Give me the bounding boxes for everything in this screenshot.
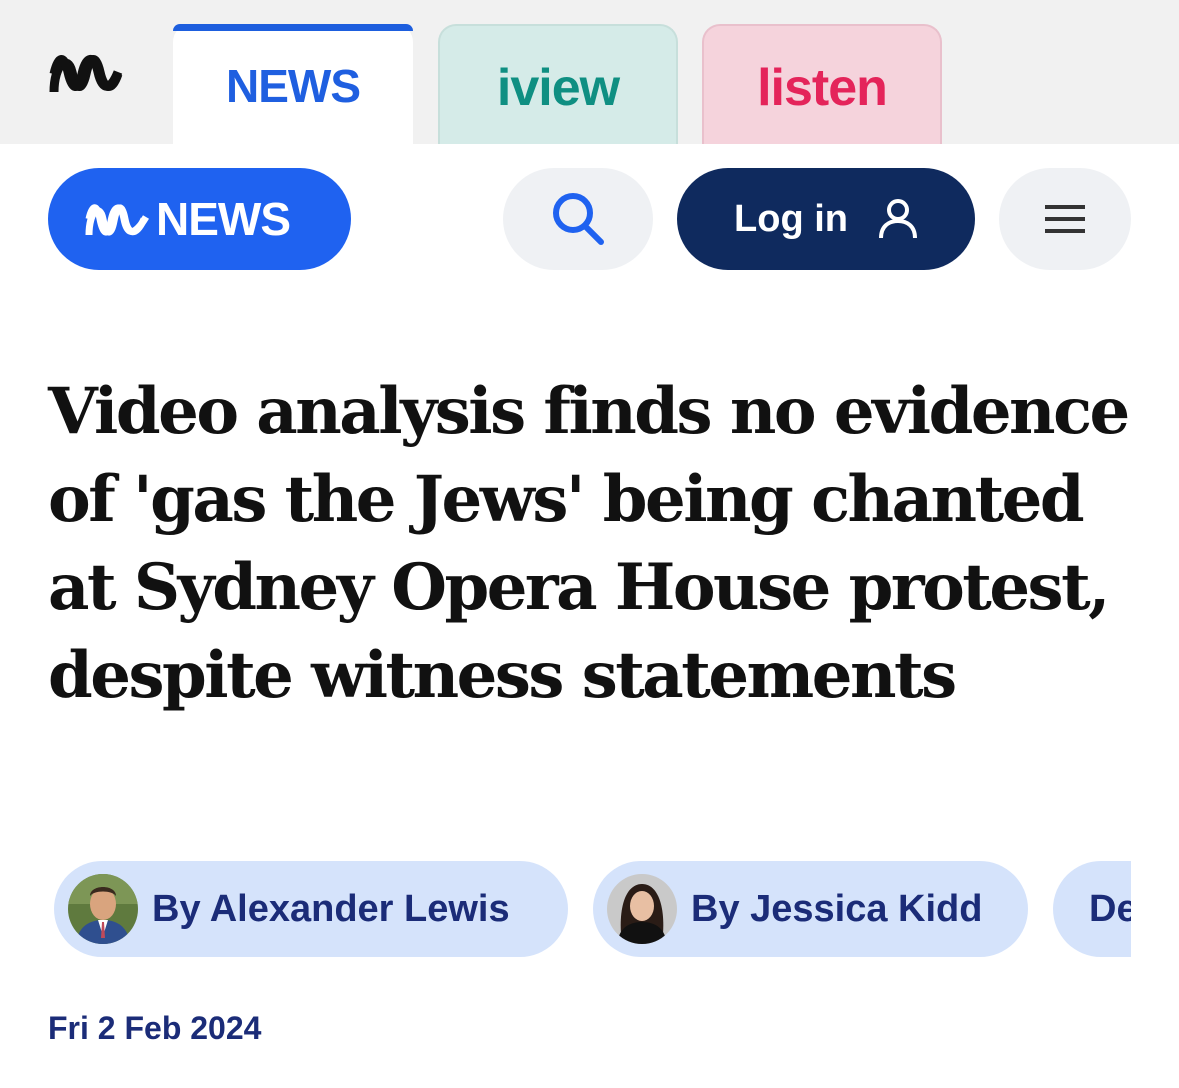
author-chip[interactable]: De bbox=[1053, 861, 1131, 957]
abc-logo-icon bbox=[85, 204, 150, 236]
tab-iview[interactable]: iview bbox=[438, 24, 678, 144]
author-chip[interactable]: By Alexander Lewis bbox=[54, 861, 568, 957]
author-name: By Jessica Kidd bbox=[691, 887, 983, 930]
author-chip[interactable]: By Jessica Kidd bbox=[593, 861, 1028, 957]
user-icon bbox=[878, 199, 917, 239]
login-label: Log in bbox=[734, 197, 848, 240]
abc-news-home-button[interactable]: NEWS bbox=[48, 168, 351, 270]
tab-listen[interactable]: listen bbox=[702, 24, 942, 144]
search-icon bbox=[553, 193, 604, 245]
login-button[interactable]: Log in bbox=[677, 168, 975, 270]
abc-logo-icon[interactable] bbox=[48, 44, 124, 102]
author-name: By Alexander Lewis bbox=[152, 887, 510, 930]
author-name: De bbox=[1089, 887, 1131, 930]
article-headline: Video analysis finds no evidence of 'gas… bbox=[48, 374, 1130, 713]
brand-label: NEWS bbox=[156, 193, 291, 245]
search-button[interactable] bbox=[503, 168, 653, 270]
author-avatar bbox=[607, 874, 677, 944]
tab-listen-label: listen bbox=[757, 59, 888, 117]
tab-iview-label: iview bbox=[496, 59, 620, 117]
hamburger-menu-icon bbox=[1045, 205, 1085, 233]
tab-news-label: NEWS bbox=[226, 60, 361, 112]
menu-button[interactable] bbox=[999, 168, 1131, 270]
author-avatar bbox=[68, 874, 138, 944]
publish-date: Fri 2 Feb 2024 bbox=[48, 1010, 262, 1046]
tab-news[interactable]: NEWS bbox=[173, 24, 413, 144]
network-bar: NEWS iview listen bbox=[0, 0, 1179, 144]
